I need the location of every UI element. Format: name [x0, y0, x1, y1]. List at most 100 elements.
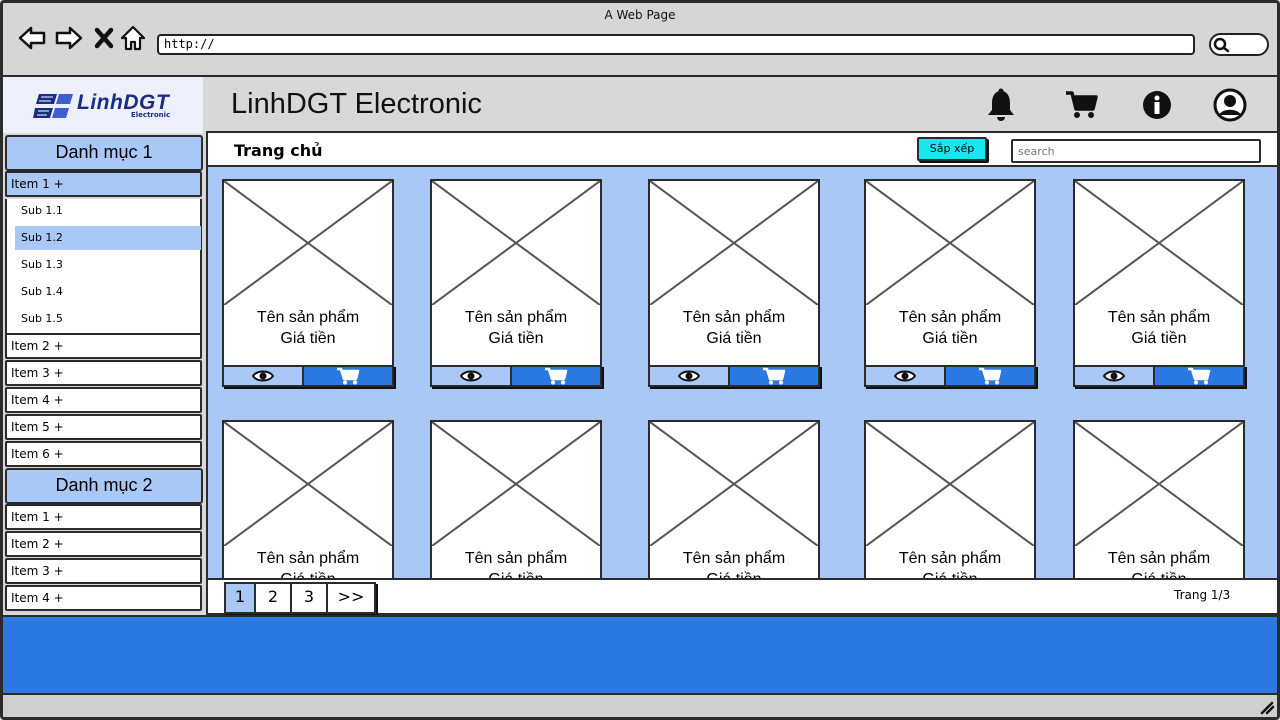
product-actions: [648, 365, 820, 387]
product-grid: Tên sản phẩm Giá tiền Tên sản phẩm Giá tiền…: [206, 167, 1277, 579]
next-page-button[interactable]: >>: [328, 584, 374, 612]
product-name: Tên sản phẩm: [256, 550, 360, 567]
home-icon[interactable]: [118, 23, 148, 53]
product-card[interactable]: Tên sản phẩmGiá tiền: [648, 179, 820, 389]
sub-item-1-5[interactable]: Sub 1.5: [15, 307, 201, 331]
sort-button[interactable]: Sắp xếp: [917, 137, 987, 161]
product-card[interactable]: Tên sản phẩmGiá tiền: [222, 179, 394, 389]
product-image-placeholder[interactable]: [222, 179, 394, 307]
product-image-placeholder[interactable]: [430, 179, 602, 307]
product-info: Tên sản phẩmGiá tiền: [430, 546, 602, 579]
product-card[interactable]: Tên sản phẩm Giá tiền: [430, 179, 602, 389]
view-eye-icon[interactable]: [432, 367, 512, 385]
product-name: Tên sản phẩm: [682, 550, 786, 567]
sidebar-item-1[interactable]: Item 1 +: [5, 171, 202, 197]
window-title: A Web Page: [604, 8, 676, 22]
sidebar-item-2-2[interactable]: Item 2 +: [5, 531, 202, 557]
product-actions: [864, 365, 1036, 387]
search-input[interactable]: [1011, 139, 1261, 163]
sidebar-item-2-4[interactable]: Item 4 +: [5, 585, 202, 611]
app-title: LinhDGT Electronic: [231, 88, 482, 120]
product-info: Tên sản phẩmGiá tiền: [1073, 546, 1245, 579]
product-price: Giá tiền: [488, 330, 544, 347]
view-eye-icon[interactable]: [1075, 367, 1155, 385]
sub-item-1-2[interactable]: Sub 1.2: [15, 226, 201, 250]
info-icon[interactable]: [1139, 87, 1175, 123]
bell-icon[interactable]: [983, 87, 1019, 123]
product-card[interactable]: Tên sản phẩmGiá tiền: [222, 420, 394, 579]
footer: [3, 615, 1277, 695]
product-image-placeholder[interactable]: [864, 420, 1036, 548]
sub-item-1-3[interactable]: Sub 1.3: [15, 253, 201, 277]
status-bar: [3, 695, 1277, 717]
content-toolbar: Trang chủ Sắp xếp: [206, 131, 1277, 167]
sidebar-item-2[interactable]: Item 2 +: [5, 333, 202, 359]
add-to-cart-icon[interactable]: [1155, 367, 1243, 385]
logo[interactable]: LinhDGT Electronic: [3, 77, 203, 135]
sub-item-1-4[interactable]: Sub 1.4: [15, 280, 201, 304]
page-2-button[interactable]: 2: [256, 584, 292, 612]
url-input[interactable]: http://: [157, 34, 1195, 55]
category-header-1[interactable]: Danh mục 1: [5, 135, 203, 171]
logo-mark-icon: [33, 94, 73, 118]
product-name: Tên sản phẩm: [464, 309, 568, 326]
sidebar-item-2-1[interactable]: Item 1 +: [5, 504, 202, 530]
sidebar-item-5[interactable]: Item 5 +: [5, 414, 202, 440]
view-eye-icon[interactable]: [224, 367, 304, 385]
app-header: LinhDGT Electronic LinhDGT Electronic: [3, 75, 1277, 135]
product-image-placeholder[interactable]: [648, 420, 820, 548]
product-info: Tên sản phẩmGiá tiền: [222, 546, 394, 579]
sidebar-item-3[interactable]: Item 3 +: [5, 360, 202, 386]
user-icon[interactable]: [1212, 87, 1248, 123]
browser-window: A Web Page http:// LinhDGT Electronic Li…: [0, 0, 1280, 720]
product-card[interactable]: Tên sản phẩm Giá tiền: [864, 179, 1036, 389]
search-icon: [1213, 37, 1230, 53]
product-info: Tên sản phẩmGiá tiền: [864, 546, 1036, 579]
back-arrow-icon[interactable]: [17, 23, 47, 53]
add-to-cart-icon[interactable]: [512, 367, 600, 385]
sidebar-item-4[interactable]: Item 4 +: [5, 387, 202, 413]
product-card[interactable]: Tên sản phẩmGiá tiền: [648, 420, 820, 579]
category-header-2[interactable]: Danh mục 2: [5, 468, 203, 504]
page-title: Trang chủ: [234, 141, 323, 160]
sub-item-1-1[interactable]: Sub 1.1: [15, 199, 201, 223]
view-eye-icon[interactable]: [650, 367, 730, 385]
product-image-placeholder[interactable]: [430, 420, 602, 548]
product-info: Tên sản phẩmGiá tiền: [1073, 305, 1245, 367]
product-image-placeholder[interactable]: [1073, 179, 1245, 307]
add-to-cart-icon[interactable]: [730, 367, 818, 385]
product-price: Giá tiền: [280, 330, 336, 347]
product-info: Tên sản phẩmGiá tiền: [648, 305, 820, 367]
sidebar-item-2-3[interactable]: Item 3 +: [5, 558, 202, 584]
sidebar-item-6[interactable]: Item 6 +: [5, 441, 202, 467]
product-card[interactable]: Tên sản phẩmGiá tiền: [430, 420, 602, 579]
product-image-placeholder[interactable]: [222, 420, 394, 548]
browser-search-box[interactable]: [1209, 33, 1269, 56]
page-3-button[interactable]: 3: [292, 584, 328, 612]
product-name: Tên sản phẩm: [1107, 309, 1211, 326]
product-card[interactable]: Tên sản phẩmGiá tiền: [1073, 420, 1245, 579]
cart-icon[interactable]: [1063, 87, 1099, 123]
page-1-button[interactable]: 1: [226, 584, 256, 612]
resize-grip-icon[interactable]: [1259, 701, 1275, 715]
product-image-placeholder[interactable]: [1073, 420, 1245, 548]
product-actions: [222, 365, 394, 387]
product-name: Tên sản phẩm: [1107, 550, 1211, 567]
product-info: Tên sản phẩmGiá tiền: [648, 546, 820, 579]
product-price: Giá tiền: [922, 330, 978, 347]
product-image-placeholder[interactable]: [648, 179, 820, 307]
view-eye-icon[interactable]: [866, 367, 946, 385]
logo-subtext: Electronic: [131, 111, 171, 119]
sidebar: Danh mục 1 Item 1 + Sub 1.1 Sub 1.2 Sub …: [3, 133, 205, 615]
add-to-cart-icon[interactable]: [946, 367, 1034, 385]
forward-arrow-icon[interactable]: [54, 23, 84, 53]
product-name: Tên sản phẩm: [898, 309, 1002, 326]
stop-icon[interactable]: [91, 23, 121, 53]
product-card[interactable]: Tên sản phẩmGiá tiền: [1073, 179, 1245, 389]
product-info: Tên sản phẩm Giá tiền: [430, 305, 602, 367]
add-to-cart-icon[interactable]: [304, 367, 392, 385]
product-card[interactable]: Tên sản phẩmGiá tiền: [864, 420, 1036, 579]
product-actions: [430, 365, 602, 387]
product-name: Tên sản phẩm: [898, 550, 1002, 567]
product-image-placeholder[interactable]: [864, 179, 1036, 307]
